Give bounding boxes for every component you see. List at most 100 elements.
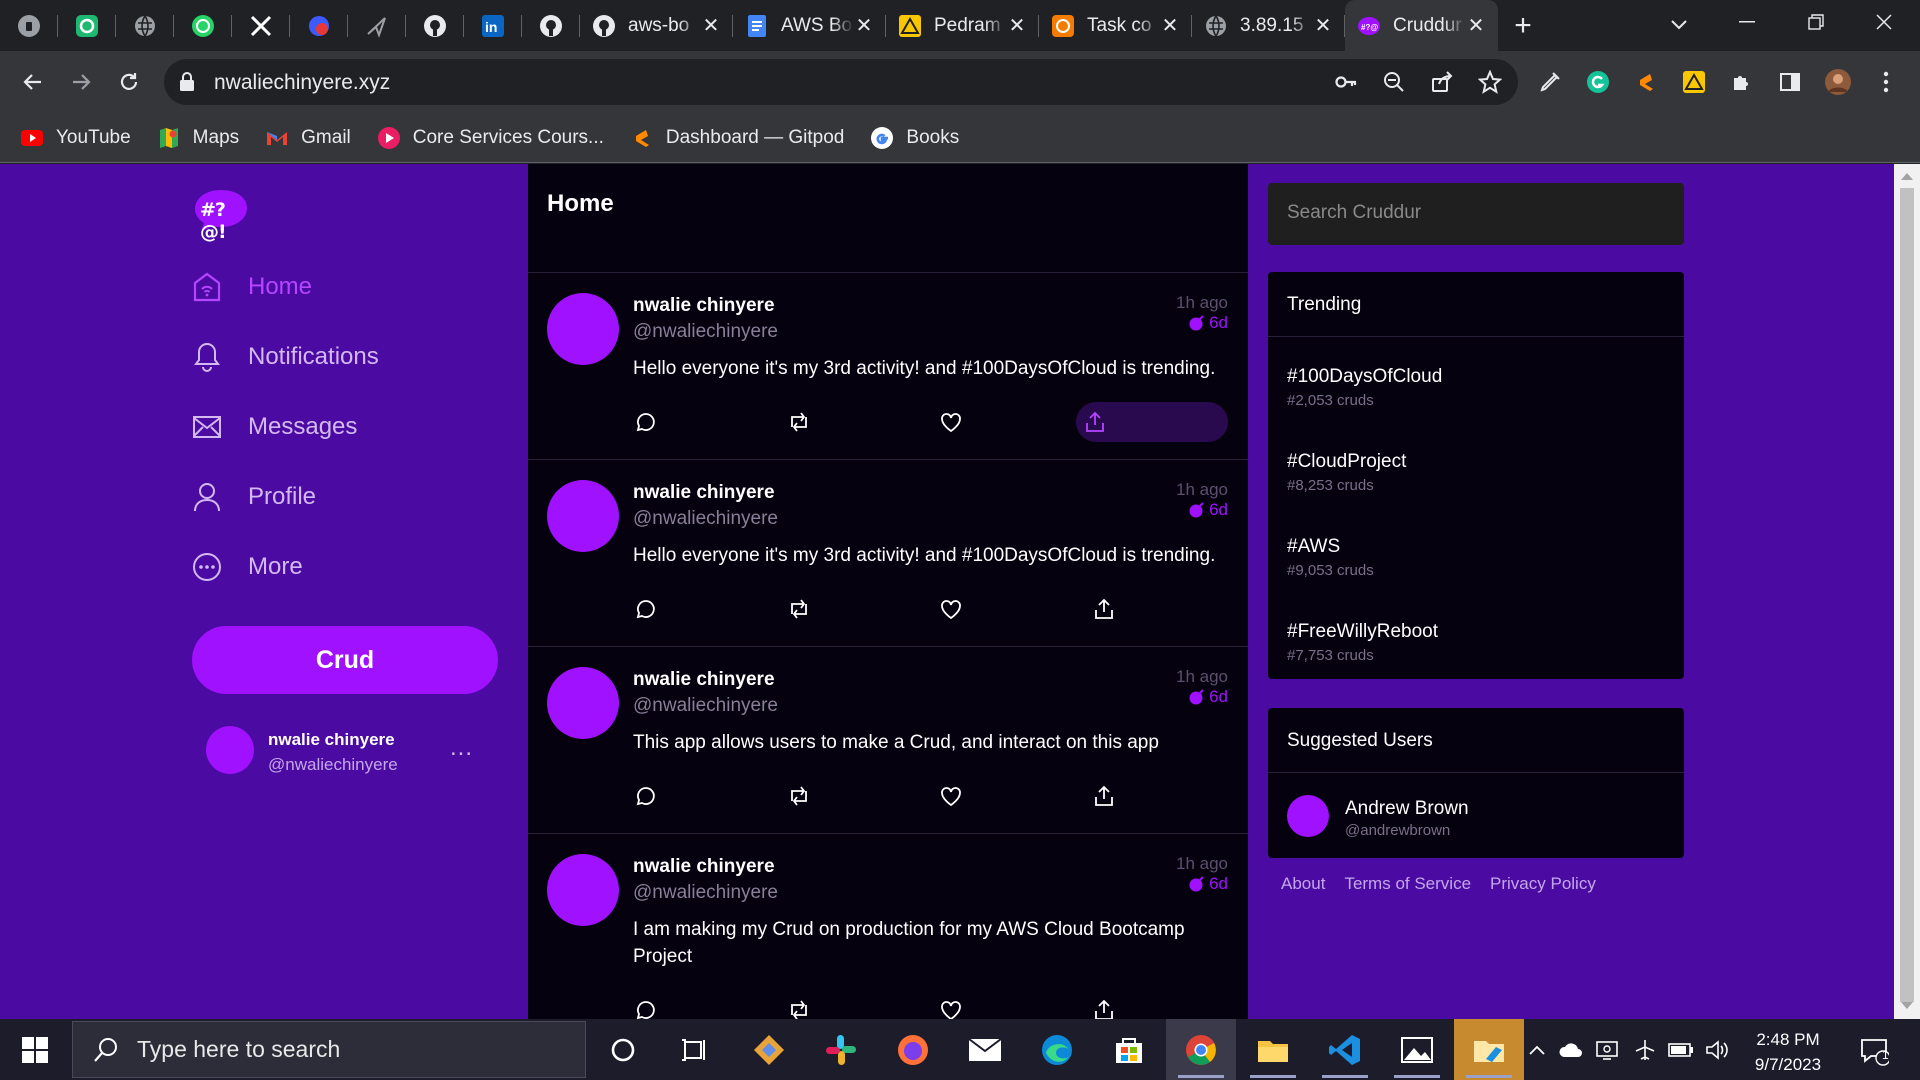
footer-link-terms[interactable]: Terms of Service xyxy=(1344,874,1471,894)
extensions-menu-button[interactable] xyxy=(1726,66,1758,98)
reload-button[interactable] xyxy=(113,66,145,98)
nav-item-messages[interactable]: Messages xyxy=(190,405,357,449)
browser-tab[interactable]: aws-bo ✕ xyxy=(580,0,733,51)
tab-search-button[interactable] xyxy=(1664,10,1694,40)
new-tab-button[interactable]: + xyxy=(1498,0,1548,51)
nav-item-profile[interactable]: Profile xyxy=(190,475,316,519)
taskbar-app[interactable] xyxy=(806,1019,876,1080)
show-hidden-icons-button[interactable] xyxy=(1524,1037,1550,1063)
close-tab-icon[interactable]: ✕ xyxy=(1313,13,1333,38)
password-key-button[interactable] xyxy=(1334,70,1358,94)
repost-button[interactable] xyxy=(779,776,819,816)
suggested-user[interactable]: Andrew Brown @andrewbrown xyxy=(1287,791,1667,839)
pinned-tab[interactable] xyxy=(406,0,464,51)
avatar[interactable] xyxy=(547,854,619,926)
pinned-tab[interactable] xyxy=(58,0,116,51)
post-handle[interactable]: @nwaliechinyere xyxy=(633,508,778,530)
back-button[interactable] xyxy=(17,66,49,98)
extension-button[interactable] xyxy=(1582,66,1614,98)
trending-item[interactable]: #100DaysOfCloud #2,053 cruds xyxy=(1287,366,1442,409)
close-tab-icon[interactable]: ✕ xyxy=(1160,13,1180,38)
share-button[interactable] xyxy=(1430,70,1454,94)
action-center-button[interactable]: 1 xyxy=(1854,1031,1894,1071)
browser-tab[interactable]: 3.89.15 ✕ xyxy=(1192,0,1345,51)
nav-item-home[interactable]: Home xyxy=(190,265,312,309)
post-display-name[interactable]: nwalie chinyere xyxy=(633,856,775,878)
browser-menu-button[interactable] xyxy=(1870,66,1902,98)
scroll-down-arrow[interactable] xyxy=(1901,1002,1913,1009)
taskbar-app-files[interactable] xyxy=(1454,1019,1524,1080)
taskbar-app[interactable] xyxy=(950,1019,1020,1080)
onedrive-tray-icon[interactable] xyxy=(1558,1037,1584,1063)
pinned-tab[interactable] xyxy=(116,0,174,51)
footer-link-privacy[interactable]: Privacy Policy xyxy=(1490,874,1596,894)
bookmark-star-button[interactable] xyxy=(1478,70,1502,94)
pinned-tab[interactable]: in xyxy=(464,0,522,51)
share-button[interactable] xyxy=(1084,776,1124,816)
cruddur-logo[interactable]: #?@! xyxy=(192,188,250,243)
avatar[interactable] xyxy=(547,293,619,365)
extension-button[interactable] xyxy=(1630,66,1662,98)
browser-tab[interactable]: Pedram ✕ xyxy=(886,0,1039,51)
post-handle[interactable]: @nwaliechinyere xyxy=(633,695,778,717)
cortana-button[interactable] xyxy=(588,1019,658,1080)
side-panel-button[interactable] xyxy=(1774,66,1806,98)
close-window-button[interactable] xyxy=(1850,0,1918,44)
taskbar-app[interactable] xyxy=(1094,1019,1164,1080)
forward-button[interactable] xyxy=(65,66,97,98)
taskbar-app-chrome[interactable] xyxy=(1166,1019,1236,1080)
reply-button[interactable] xyxy=(626,776,666,816)
taskbar-app-photos[interactable] xyxy=(1382,1019,1452,1080)
close-tab-icon[interactable]: ✕ xyxy=(1007,13,1027,38)
taskbar-app-vscode[interactable] xyxy=(1310,1019,1380,1080)
trending-item[interactable]: #CloudProject #8,253 cruds xyxy=(1287,451,1406,494)
nav-item-notifications[interactable]: Notifications xyxy=(190,335,379,379)
activity-item[interactable]: nwalie chinyere @nwaliechinyere 1h ago 6… xyxy=(528,834,1248,1019)
battery-tray-icon[interactable] xyxy=(1668,1037,1694,1063)
post-handle[interactable]: @nwaliechinyere xyxy=(633,321,778,343)
pinned-tab[interactable] xyxy=(174,0,232,51)
start-button[interactable] xyxy=(0,1019,70,1080)
pinned-tab[interactable] xyxy=(0,0,58,51)
nav-item-more[interactable]: More xyxy=(190,545,303,589)
close-tab-icon[interactable]: ✕ xyxy=(701,13,721,38)
scrollbar-thumb[interactable] xyxy=(1900,188,1914,1002)
taskbar-app-explorer[interactable] xyxy=(1238,1019,1308,1080)
repost-button[interactable] xyxy=(779,402,819,442)
airplane-mode-tray-icon[interactable] xyxy=(1632,1037,1658,1063)
like-button[interactable] xyxy=(931,402,971,442)
trending-item[interactable]: #AWS #9,053 cruds xyxy=(1287,536,1374,579)
user-more-button[interactable]: ... xyxy=(450,734,473,762)
bookmark-books[interactable]: Books xyxy=(870,126,959,150)
zoom-button[interactable] xyxy=(1382,70,1406,94)
pinned-tab[interactable] xyxy=(232,0,290,51)
bookmark-maps[interactable]: Maps xyxy=(157,126,239,150)
taskbar-clock[interactable]: 2:48 PM 9/7/2023 xyxy=(1736,1027,1840,1077)
bookmark-youtube[interactable]: YouTube xyxy=(20,126,131,150)
reply-button[interactable] xyxy=(626,589,666,629)
repost-button[interactable] xyxy=(779,589,819,629)
browser-tab-active[interactable]: #?@ Cruddur ✕ xyxy=(1345,0,1498,51)
browser-tab[interactable]: Task co ✕ xyxy=(1039,0,1192,51)
like-button[interactable] xyxy=(931,990,971,1019)
browser-tab[interactable]: AWS Bo ✕ xyxy=(733,0,886,51)
pinned-tab[interactable] xyxy=(290,0,348,51)
activity-item[interactable]: nwalie chinyere @nwaliechinyere 1h ago 6… xyxy=(528,647,1248,834)
restore-window-button[interactable] xyxy=(1782,0,1850,44)
search-input[interactable]: Search Cruddur xyxy=(1268,183,1684,245)
taskbar-app[interactable] xyxy=(734,1019,804,1080)
address-bar[interactable]: nwaliechinyere.xyz xyxy=(164,59,1518,105)
lock-icon[interactable] xyxy=(178,72,196,92)
profile-avatar-button[interactable] xyxy=(1822,66,1854,98)
reply-button[interactable] xyxy=(626,402,666,442)
like-button[interactable] xyxy=(931,776,971,816)
extension-button[interactable] xyxy=(1534,66,1566,98)
activity-item[interactable]: nwalie chinyere @nwaliechinyere 1h ago 6… xyxy=(528,460,1248,647)
current-user-card[interactable]: nwalie chinyere @nwaliechinyere ... xyxy=(206,724,496,784)
repost-button[interactable] xyxy=(779,990,819,1019)
close-tab-icon[interactable]: ✕ xyxy=(1466,13,1486,38)
close-tab-icon[interactable]: ✕ xyxy=(854,13,874,38)
task-view-button[interactable] xyxy=(660,1019,730,1080)
volume-tray-icon[interactable] xyxy=(1704,1037,1730,1063)
bookmark-gmail[interactable]: Gmail xyxy=(265,126,351,150)
